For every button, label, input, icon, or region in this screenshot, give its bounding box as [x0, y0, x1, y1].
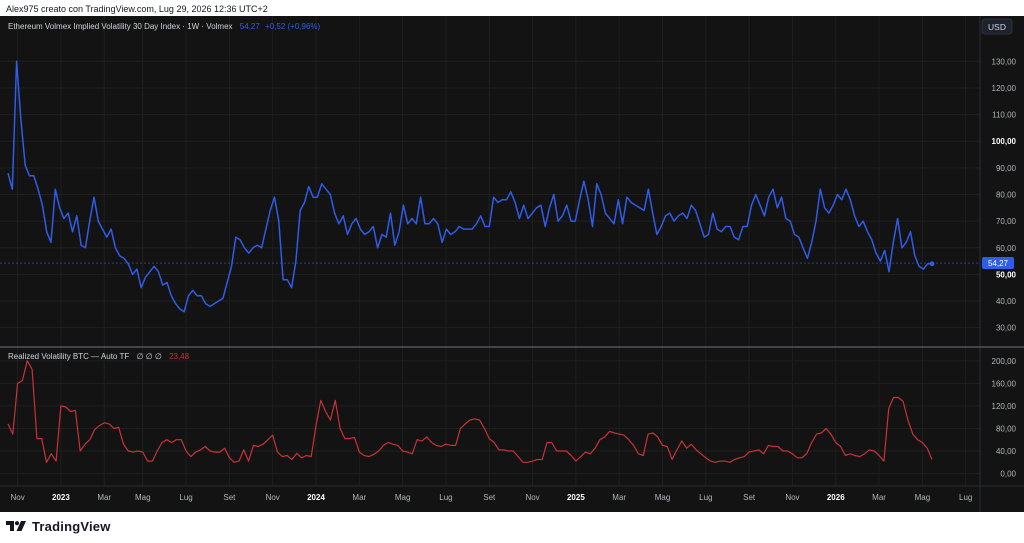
time-axis-tick-label: Nov: [525, 493, 539, 502]
time-axis-tick-label: 2023: [52, 493, 70, 502]
time-axis-tick-label: Mar: [97, 493, 111, 502]
bottom-axis-tick-label: 80,00: [996, 424, 1017, 433]
top-axis-tick-label: 110,00: [992, 111, 1016, 120]
top-axis-tick-label: 90,00: [996, 164, 1017, 173]
bottom-axis-tick-label: 160,00: [992, 379, 1017, 388]
top-legend-text: Ethereum Volmex Implied Volatility 30 Da…: [8, 22, 321, 31]
time-axis-tick-label: Mag: [915, 493, 931, 502]
time-axis-tick-label: Set: [483, 493, 496, 502]
time-axis-tick-label: Mar: [352, 493, 366, 502]
chart-background: [0, 16, 1024, 512]
chart-svg[interactable]: 30,00 40,00 50,00 60,00 70,00 80,00 90,00 100,0…: [0, 16, 1024, 512]
time-axis-tick-label: Nov: [266, 493, 280, 502]
time-axis-tick-label: Mag: [655, 493, 671, 502]
top-axis-tick-label: 50,00: [996, 270, 1017, 279]
time-axis-tick-label: Lug: [179, 493, 192, 502]
last-point-marker: [929, 261, 935, 267]
chart-area[interactable]: 30,00 40,00 50,00 60,00 70,00 80,00 90,00 100,0…: [0, 16, 1024, 512]
currency-badge[interactable]: USD: [981, 18, 1013, 35]
top-legend-name: Ethereum Volmex Implied Volatility 30 Da…: [8, 22, 233, 31]
top-axis-tick-label: 120,00: [992, 84, 1017, 93]
bottom-legend-name: Realized Volatility BTC — Auto TF: [8, 352, 129, 361]
bottom-axis-tick-label: 120,00: [992, 402, 1017, 411]
bottom-legend-symbols: ∅ ∅ ∅: [136, 352, 161, 361]
currency-badge-label: USD: [988, 22, 1006, 32]
time-axis-tick-label: Mag: [135, 493, 151, 502]
top-axis-tick-label: 30,00: [996, 324, 1017, 333]
top-legend[interactable]: Ethereum Volmex Implied Volatility 30 Da…: [8, 22, 321, 31]
time-axis-tick-label: Set: [743, 493, 756, 502]
time-axis-tick-label: Nov: [11, 493, 25, 502]
time-axis-tick-label: 2025: [567, 493, 585, 502]
time-axis-tick-label: Nov: [785, 493, 799, 502]
last-value-badge-label: 54,27: [988, 259, 1009, 268]
time-axis-tick-label: Lug: [959, 493, 972, 502]
time-axis-tick-label: 2026: [827, 493, 845, 502]
time-axis-tick-label: 2024: [307, 493, 325, 502]
top-axis-tick-label: 40,00: [996, 297, 1017, 306]
chart-caption: Alex975 creato con TradingView.com, Lug …: [6, 4, 268, 14]
top-axis-tick-label: 130,00: [992, 57, 1017, 66]
top-axis-tick-label: 80,00: [996, 190, 1017, 199]
time-axis-tick-label: Mar: [612, 493, 626, 502]
top-axis-tick-label: 70,00: [996, 217, 1017, 226]
top-legend-value: 54,27: [240, 22, 261, 31]
time-axis-tick-label: Lug: [439, 493, 452, 502]
footer-brand-text: TradingView: [32, 518, 111, 534]
top-legend-change: +0,52 (+0,96%): [265, 22, 320, 31]
bottom-legend-value: 23,48: [169, 352, 190, 361]
footer-brand[interactable]: TradingView: [6, 517, 111, 535]
bottom-legend-text: Realized Volatility BTC — Auto TF ∅ ∅ ∅ …: [8, 352, 190, 361]
bottom-axis-tick-label: 40,00: [996, 447, 1017, 456]
top-axis-tick-label: 60,00: [996, 244, 1017, 253]
bottom-legend[interactable]: Realized Volatility BTC — Auto TF ∅ ∅ ∅ …: [8, 352, 190, 361]
tradingview-logo-icon: [6, 521, 26, 531]
time-axis-tick-label: Set: [223, 493, 236, 502]
time-axis-tick-label: Lug: [699, 493, 712, 502]
time-axis-tick-label: Mag: [395, 493, 411, 502]
time-axis-tick-label: Mar: [872, 493, 886, 502]
last-value-badge: 54,27: [982, 257, 1014, 270]
bottom-axis-tick-label: 0,00: [1000, 470, 1016, 479]
bottom-axis-tick-label: 200,00: [992, 357, 1017, 366]
top-axis-tick-label: 100,00: [992, 137, 1017, 146]
